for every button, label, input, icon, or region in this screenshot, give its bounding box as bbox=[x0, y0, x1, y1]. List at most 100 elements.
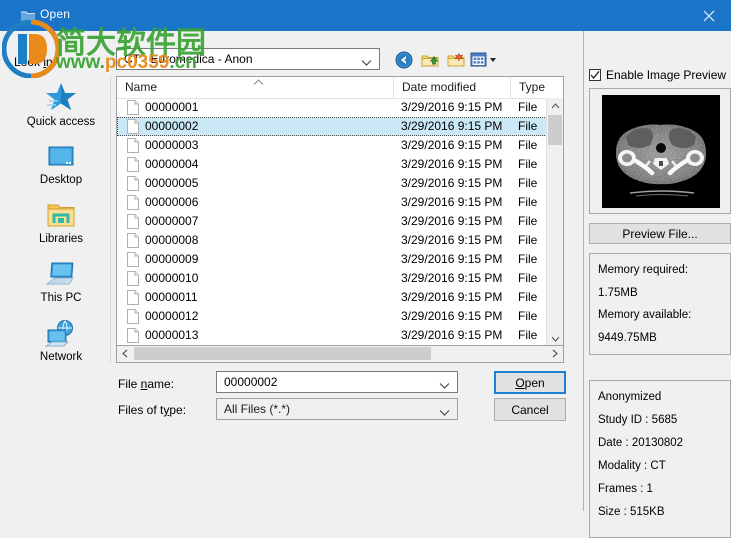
file-date-cell: 3/29/2016 9:15 PM bbox=[401, 214, 503, 228]
open-button[interactable]: Open bbox=[494, 371, 566, 394]
up-folder-icon[interactable] bbox=[418, 48, 442, 72]
file-icon bbox=[127, 290, 139, 305]
file-date-cell: 3/29/2016 9:15 PM bbox=[401, 138, 503, 152]
views-button[interactable] bbox=[468, 48, 502, 72]
dicom-metadata-panel: Anonymized Study ID : 5685 Date : 201308… bbox=[589, 380, 731, 538]
new-folder-icon[interactable] bbox=[444, 48, 468, 72]
ct-scan-preview-image bbox=[602, 95, 720, 208]
back-button[interactable] bbox=[392, 48, 416, 72]
desktop-icon bbox=[12, 136, 110, 172]
file-icon bbox=[127, 309, 139, 324]
star-icon bbox=[12, 78, 110, 114]
metadata-frames: Frames : 1 bbox=[598, 483, 653, 495]
file-icon bbox=[127, 328, 139, 343]
metadata-size: Size : 515KB bbox=[598, 506, 665, 518]
table-row[interactable]: 00000012 3/29/2016 9:15 PM File bbox=[117, 307, 563, 326]
preview-frame bbox=[589, 88, 731, 214]
sidebar-item-label: Quick access bbox=[26, 116, 96, 128]
memory-available-value: 9449.75MB bbox=[598, 332, 657, 344]
file-date-cell: 3/29/2016 9:15 PM bbox=[401, 271, 503, 285]
this-pc-icon bbox=[12, 254, 110, 290]
chevron-down-icon[interactable] bbox=[439, 406, 450, 420]
file-name-cell: 00000001 bbox=[145, 100, 199, 114]
sidebar-item-label: This PC bbox=[40, 292, 82, 304]
lookin-value: CT - Euromedica - Anon bbox=[124, 52, 253, 66]
table-row[interactable]: 00000001 3/29/2016 9:15 PM File bbox=[117, 98, 563, 117]
file-date-cell: 3/29/2016 9:15 PM bbox=[401, 309, 503, 323]
sidebar-item-quick-access[interactable]: Quick access bbox=[12, 78, 110, 135]
sidebar-item-desktop[interactable]: Desktop bbox=[12, 136, 110, 193]
file-list-horizontal-scrollbar[interactable] bbox=[116, 346, 564, 363]
file-name-cell: 00000008 bbox=[145, 233, 199, 247]
window-title: Open bbox=[40, 7, 71, 21]
file-icon bbox=[127, 100, 139, 115]
scroll-down-icon[interactable] bbox=[547, 331, 563, 345]
file-type-cell: File bbox=[518, 100, 538, 114]
file-list-vertical-scrollbar[interactable] bbox=[546, 98, 563, 345]
file-icon bbox=[127, 138, 139, 153]
file-date-cell: 3/29/2016 9:15 PM bbox=[401, 119, 503, 133]
libraries-folder-icon bbox=[12, 195, 110, 231]
lookin-label: Look in: bbox=[14, 55, 57, 69]
table-row[interactable]: 00000005 3/29/2016 9:15 PM File bbox=[117, 174, 563, 193]
table-row[interactable]: 00000002 3/29/2016 9:15 PM File bbox=[117, 117, 563, 136]
column-header-date-modified[interactable]: Date modified bbox=[393, 77, 510, 98]
file-type-cell: File bbox=[518, 233, 538, 247]
table-row[interactable]: 00000010 3/29/2016 9:15 PM File bbox=[117, 269, 563, 288]
table-row[interactable]: 00000011 3/29/2016 9:15 PM File bbox=[117, 288, 563, 307]
vertical-scroll-thumb[interactable] bbox=[548, 115, 562, 145]
close-icon[interactable] bbox=[686, 0, 731, 31]
file-type-cell: File bbox=[518, 271, 538, 285]
file-name-cell: 00000011 bbox=[145, 290, 198, 304]
file-icon bbox=[127, 252, 139, 267]
chevron-down-icon bbox=[361, 56, 372, 70]
files-of-type-label: Files of type: bbox=[118, 403, 187, 417]
table-row[interactable]: 00000009 3/29/2016 9:15 PM File bbox=[117, 250, 563, 269]
file-name-input[interactable]: 00000002 bbox=[216, 371, 458, 393]
file-list[interactable]: Name Date modified Type 00000001 3/29/201… bbox=[116, 76, 564, 346]
table-row[interactable]: 00000007 3/29/2016 9:15 PM File bbox=[117, 212, 563, 231]
file-name-cell: 00000013 bbox=[145, 328, 199, 342]
file-icon bbox=[127, 195, 139, 210]
file-icon bbox=[127, 214, 139, 229]
table-row[interactable]: 00000003 3/29/2016 9:15 PM File bbox=[117, 136, 563, 155]
chevron-down-icon[interactable] bbox=[439, 379, 450, 393]
file-date-cell: 3/29/2016 9:15 PM bbox=[401, 252, 503, 266]
files-of-type-value: All Files (*.*) bbox=[224, 402, 291, 416]
file-type-cell: File bbox=[518, 157, 538, 171]
sidebar-item-this-pc[interactable]: This PC bbox=[12, 254, 110, 311]
file-name-cell: 00000010 bbox=[145, 271, 199, 285]
scroll-up-icon[interactable] bbox=[547, 98, 563, 114]
memory-required-value: 1.75MB bbox=[598, 287, 638, 299]
scroll-left-icon[interactable] bbox=[117, 346, 133, 361]
table-row[interactable]: 00000006 3/29/2016 9:15 PM File bbox=[117, 193, 563, 212]
file-type-cell: File bbox=[518, 290, 538, 304]
scroll-right-icon[interactable] bbox=[547, 346, 563, 361]
sidebar-item-libraries[interactable]: Libraries bbox=[12, 195, 110, 252]
table-row[interactable]: 00000013 3/29/2016 9:15 PM File bbox=[117, 326, 563, 345]
lookin-combobox[interactable]: CT - Euromedica - Anon bbox=[116, 48, 380, 70]
file-icon bbox=[127, 176, 139, 191]
enable-image-preview-checkbox[interactable]: Enable Image Preview bbox=[589, 68, 726, 82]
table-row[interactable]: 00000004 3/29/2016 9:15 PM File bbox=[117, 155, 563, 174]
file-name-value: 00000002 bbox=[224, 375, 278, 389]
cancel-button[interactable]: Cancel bbox=[494, 398, 566, 421]
file-type-cell: File bbox=[518, 176, 538, 190]
file-name-cell: 00000007 bbox=[145, 214, 199, 228]
table-row[interactable]: 00000008 3/29/2016 9:15 PM File bbox=[117, 231, 563, 250]
file-name-cell: 00000003 bbox=[145, 138, 199, 152]
enable-image-preview-label: Enable Image Preview bbox=[606, 68, 727, 82]
file-date-cell: 3/29/2016 9:15 PM bbox=[401, 176, 503, 190]
file-date-cell: 3/29/2016 9:15 PM bbox=[401, 157, 503, 171]
file-date-cell: 3/29/2016 9:15 PM bbox=[401, 328, 503, 342]
memory-required-label: Memory required: bbox=[598, 264, 689, 276]
file-date-cell: 3/29/2016 9:15 PM bbox=[401, 233, 503, 247]
sidebar-item-network[interactable]: Network bbox=[12, 313, 110, 370]
horizontal-scroll-thumb[interactable] bbox=[134, 347, 431, 360]
file-name-label: File name: bbox=[118, 377, 175, 391]
file-icon bbox=[127, 157, 139, 172]
file-name-cell: 00000012 bbox=[145, 309, 199, 323]
column-header-type[interactable]: Type bbox=[510, 77, 563, 98]
files-of-type-select[interactable]: All Files (*.*) bbox=[216, 398, 458, 420]
preview-file-button[interactable]: Preview File... bbox=[589, 223, 731, 244]
